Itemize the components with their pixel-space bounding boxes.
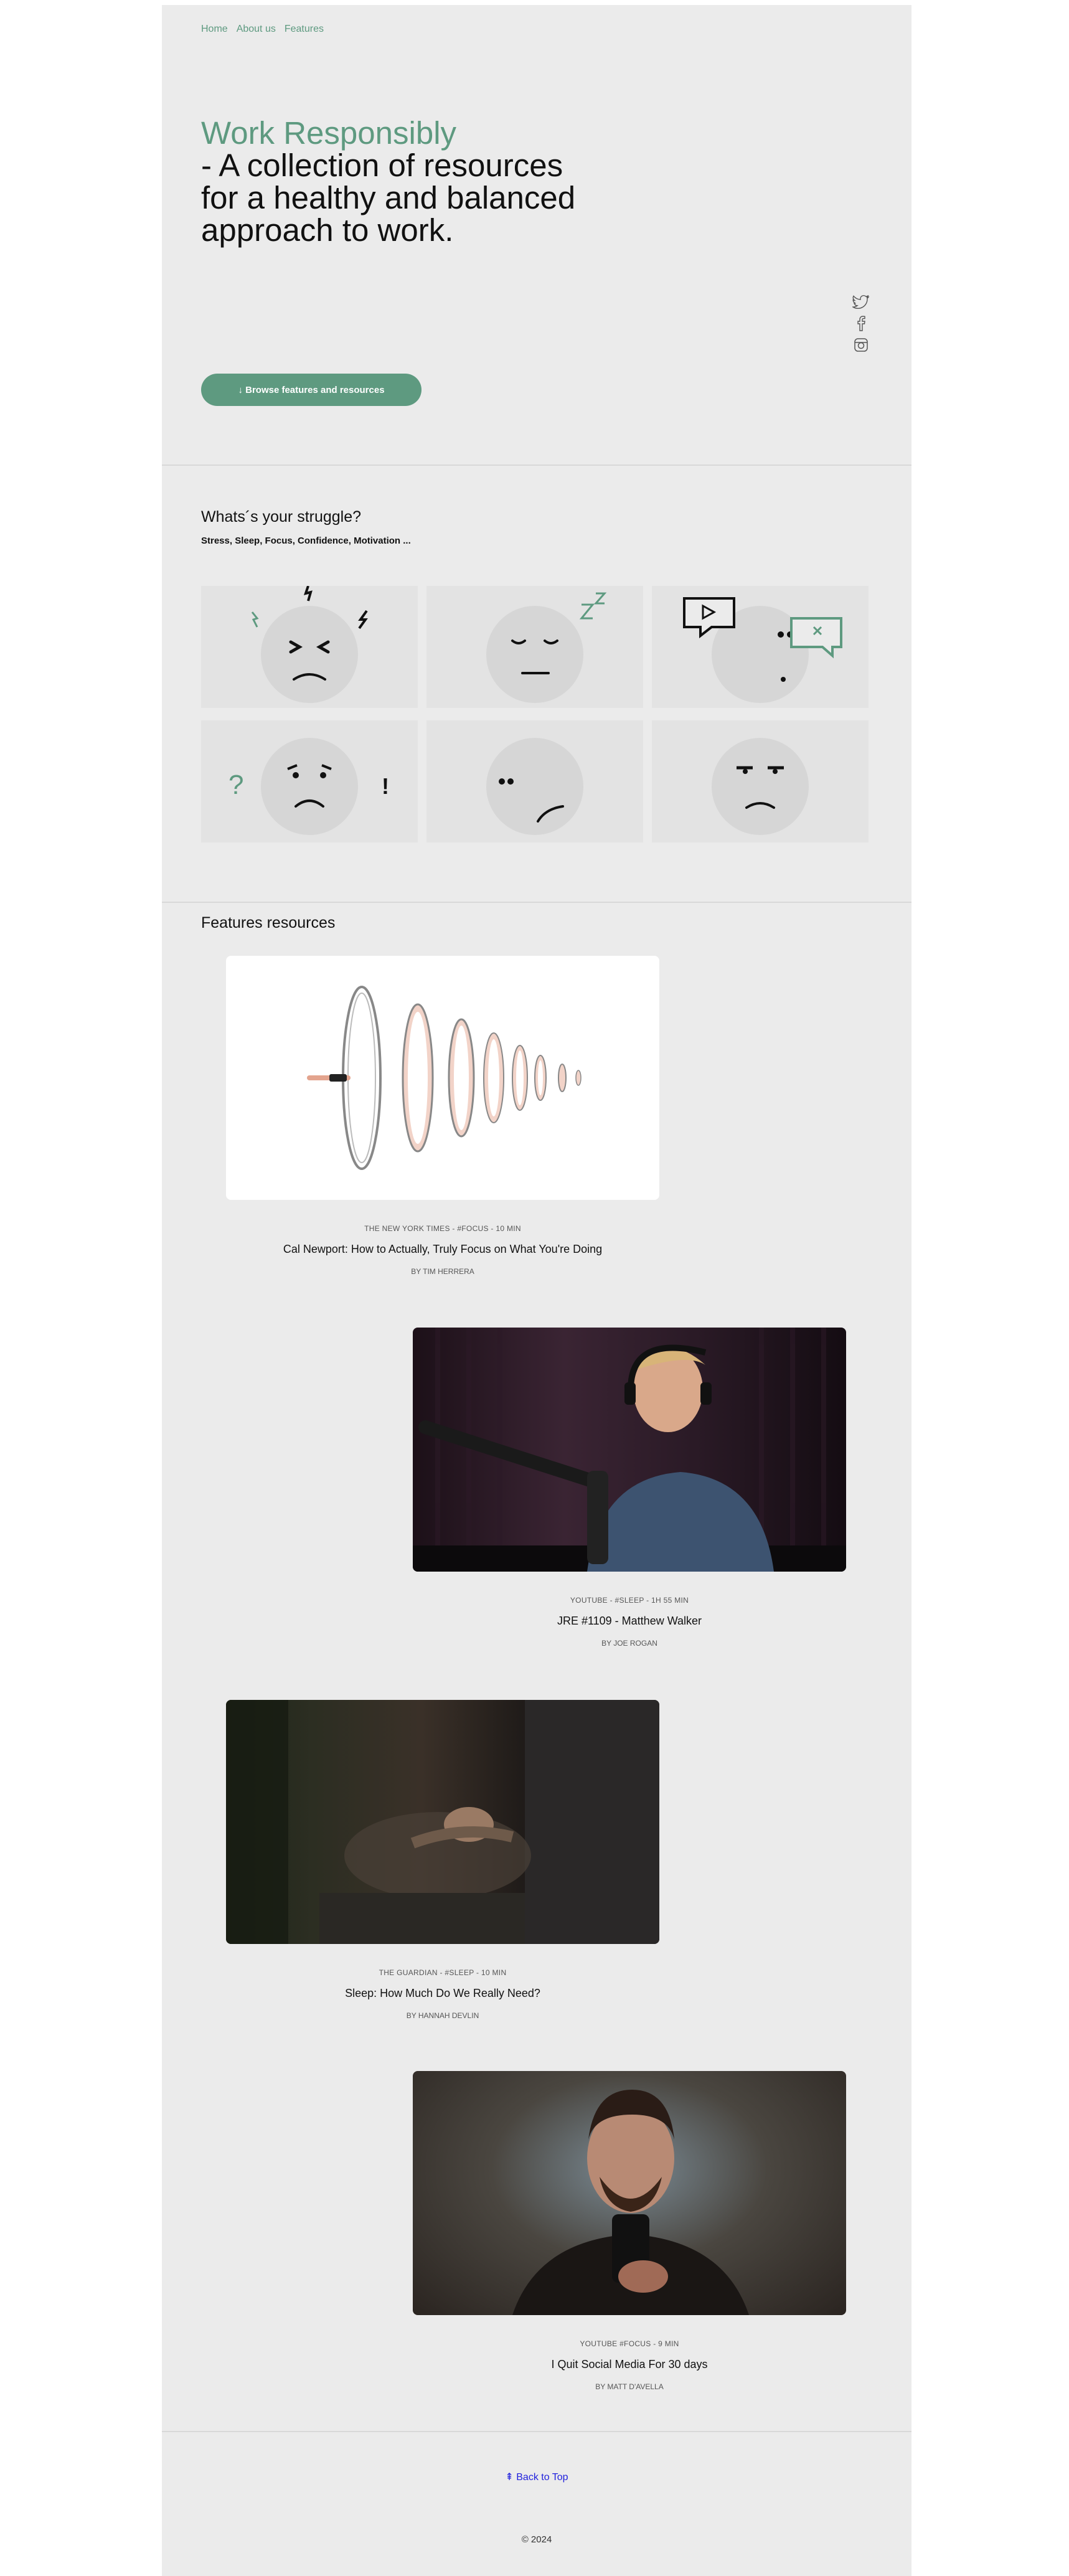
feature-card-1[interactable]: THE NEW YORK TIMES - #FOCUS - 10 MIN Cal… bbox=[226, 956, 659, 1276]
podcast-video-thumbnail[interactable] bbox=[413, 1328, 846, 1572]
card-author: BY HANNAH DEVLIN bbox=[406, 2011, 479, 2020]
nav-features-link[interactable]: Features bbox=[285, 24, 324, 35]
struggle-heading: Whats´s your struggle? bbox=[201, 508, 362, 526]
focus-face-tile[interactable] bbox=[652, 586, 869, 708]
struggle-subtitle: Stress, Sleep, Focus, Confidence, Motiva… bbox=[201, 535, 411, 546]
card-title[interactable]: Sleep: How Much Do We Really Need? bbox=[226, 1987, 659, 2000]
section-divider bbox=[162, 465, 911, 466]
browse-features-button[interactable]: ↓ Browse features and resources bbox=[201, 374, 421, 406]
twitter-icon[interactable] bbox=[852, 295, 870, 309]
svg-text:!: ! bbox=[382, 773, 389, 799]
stress-face-tile[interactable] bbox=[201, 586, 418, 708]
svg-text:?: ? bbox=[228, 770, 243, 800]
feature-card-2[interactable]: YOUTUBE - #SLEEP - 1H 55 MIN JRE #1109 -… bbox=[413, 1328, 846, 1648]
page: Home About us Features Work Responsibly … bbox=[162, 5, 911, 2576]
sleep-photo-thumbnail[interactable] bbox=[226, 1700, 659, 1944]
card-author: BY JOE ROGAN bbox=[601, 1639, 657, 1648]
footer-divider bbox=[162, 2431, 911, 2432]
nav-home-link[interactable]: Home bbox=[201, 24, 228, 35]
feature-card-4[interactable]: YOUTUBE #FOCUS - 9 MIN I Quit Social Med… bbox=[413, 2071, 846, 2391]
copyright-text: © 2024 bbox=[521, 2534, 552, 2545]
instagram-icon[interactable] bbox=[854, 337, 869, 352]
card-meta: YOUTUBE - #SLEEP - 1H 55 MIN bbox=[570, 1596, 689, 1605]
card-title[interactable]: JRE #1109 - Matthew Walker bbox=[413, 1615, 846, 1628]
facebook-icon[interactable] bbox=[857, 315, 865, 331]
card-author: BY MATT D'AVELLA bbox=[595, 2382, 664, 2391]
back-to-top-link[interactable]: ⇞ Back to Top bbox=[162, 2471, 911, 2483]
motivation-face-tile[interactable] bbox=[426, 720, 643, 842]
struggle-grid: ? ! bbox=[201, 586, 869, 842]
confidence-face-tile[interactable]: ? ! bbox=[201, 720, 418, 842]
card-meta: THE NEW YORK TIMES - #FOCUS - 10 MIN bbox=[364, 1224, 521, 1233]
card-meta: THE GUARDIAN - #SLEEP - 10 MIN bbox=[379, 1968, 507, 1977]
focus-rings-illustration[interactable] bbox=[226, 956, 659, 1200]
feature-card-3[interactable]: THE GUARDIAN - #SLEEP - 10 MIN Sleep: Ho… bbox=[226, 1700, 659, 2020]
card-title[interactable]: I Quit Social Media For 30 days bbox=[413, 2358, 846, 2371]
features-heading: Features resources bbox=[201, 914, 336, 932]
top-nav: Home About us Features bbox=[201, 24, 324, 35]
hero-heading: Work Responsibly - A collection of resou… bbox=[201, 117, 637, 247]
hero-subtitle: - A collection of resources for a health… bbox=[201, 148, 576, 248]
section-divider bbox=[162, 902, 911, 903]
card-meta: YOUTUBE #FOCUS - 9 MIN bbox=[580, 2339, 679, 2348]
phone-in-bed-thumbnail[interactable] bbox=[413, 2071, 846, 2315]
card-title[interactable]: Cal Newport: How to Actually, Truly Focu… bbox=[226, 1243, 659, 1256]
nav-about-link[interactable]: About us bbox=[237, 24, 276, 35]
social-links bbox=[852, 295, 870, 352]
sleep-face-tile[interactable] bbox=[426, 586, 643, 708]
hero-accent-title: Work Responsibly bbox=[201, 115, 457, 151]
card-author: BY TIM HERRERA bbox=[411, 1267, 474, 1276]
skeptical-face-tile[interactable] bbox=[652, 720, 869, 842]
